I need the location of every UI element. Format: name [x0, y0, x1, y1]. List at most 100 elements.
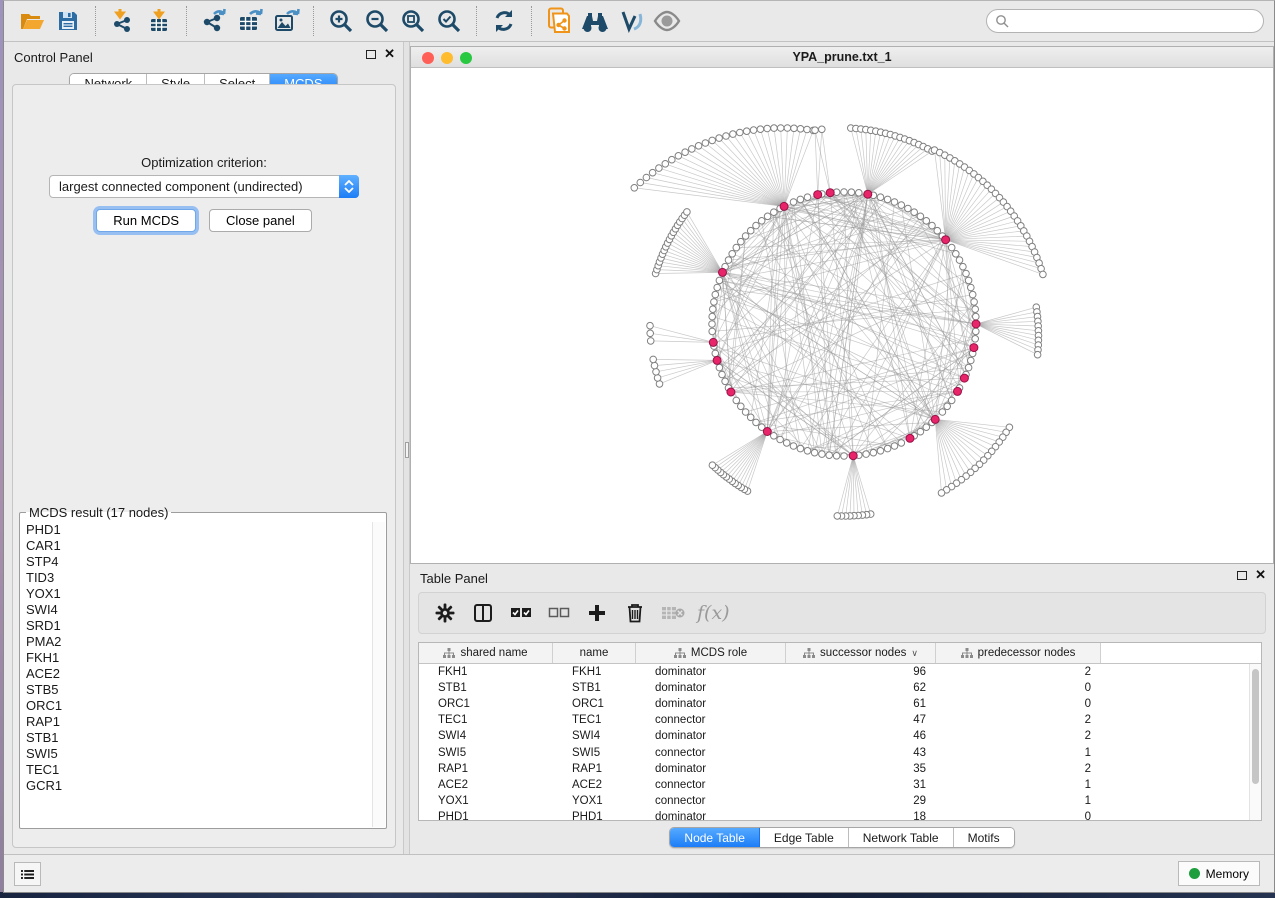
tab-network-table[interactable]: Network Table	[849, 828, 954, 847]
export-table-button[interactable]	[235, 6, 265, 36]
graph-leaf-node[interactable]	[771, 125, 778, 132]
column-header-shared-name[interactable]: shared name	[419, 643, 553, 663]
save-session-button[interactable]	[53, 6, 83, 36]
graph-node[interactable]	[709, 321, 716, 328]
graph-node[interactable]	[972, 336, 979, 343]
tab-edge-table[interactable]: Edge Table	[760, 828, 849, 847]
graph-hub-node[interactable]	[954, 387, 962, 395]
graph-node[interactable]	[709, 328, 716, 335]
graph-node[interactable]	[965, 364, 972, 371]
graph-node[interactable]	[973, 328, 980, 335]
graph-hub-node[interactable]	[763, 428, 771, 436]
graph-node[interactable]	[968, 357, 975, 364]
graph-node[interactable]	[934, 227, 941, 234]
graph-leaf-node[interactable]	[662, 161, 669, 168]
graph-node[interactable]	[797, 196, 804, 203]
graph-node[interactable]	[969, 291, 976, 298]
graph-node[interactable]	[747, 414, 754, 421]
hide-panel-button[interactable]	[652, 6, 682, 36]
graph-leaf-node[interactable]	[764, 125, 771, 132]
graph-leaf-node[interactable]	[938, 490, 945, 497]
mcds-result-item[interactable]: RAP1	[21, 714, 372, 730]
graph-node[interactable]	[923, 218, 930, 225]
graph-node[interactable]	[797, 445, 804, 452]
graph-leaf-node[interactable]	[650, 356, 657, 363]
graph-leaf-node[interactable]	[631, 185, 638, 192]
graph-node[interactable]	[905, 205, 912, 212]
graph-node[interactable]	[804, 194, 811, 201]
graph-node[interactable]	[972, 306, 979, 313]
graph-node[interactable]	[870, 449, 877, 456]
graph-hub-node[interactable]	[931, 415, 939, 423]
graph-node[interactable]	[863, 451, 870, 458]
graph-leaf-node[interactable]	[647, 330, 654, 337]
graph-leaf-node[interactable]	[669, 156, 676, 163]
graph-leaf-node[interactable]	[743, 128, 750, 135]
graph-node[interactable]	[877, 194, 884, 201]
graph-node[interactable]	[712, 350, 719, 357]
graph-leaf-node[interactable]	[834, 513, 841, 520]
mcds-result-item[interactable]: PMA2	[21, 634, 372, 650]
graph-hub-node[interactable]	[960, 374, 968, 382]
mcds-result-item[interactable]: ORC1	[21, 698, 372, 714]
table-row[interactable]: FKH1FKH1dominator962	[419, 664, 1261, 680]
import-table-button[interactable]	[144, 6, 174, 36]
close-panel-button[interactable]: Close panel	[209, 209, 312, 232]
zoom-fit-button[interactable]	[398, 6, 428, 36]
table-row[interactable]: SWI4SWI4dominator462	[419, 728, 1261, 744]
graph-node[interactable]	[811, 449, 818, 456]
divider-grip[interactable]	[405, 442, 409, 458]
graph-node[interactable]	[948, 397, 955, 404]
graph-node[interactable]	[753, 222, 760, 229]
graph-node[interactable]	[764, 213, 771, 220]
mcds-result-item[interactable]: ACE2	[21, 666, 372, 682]
graph-leaf-node[interactable]	[656, 165, 663, 172]
graph-node[interactable]	[884, 445, 891, 452]
zoom-out-button[interactable]	[362, 6, 392, 36]
run-mcds-button[interactable]: Run MCDS	[96, 209, 196, 232]
graph-node[interactable]	[771, 433, 778, 440]
mcds-result-item[interactable]: SWI5	[21, 746, 372, 762]
graph-node[interactable]	[956, 257, 963, 264]
graph-leaf-node[interactable]	[654, 375, 661, 382]
graph-leaf-node[interactable]	[689, 146, 696, 153]
graph-node[interactable]	[953, 251, 960, 258]
mcds-result-item[interactable]: GCR1	[21, 778, 372, 794]
graph-leaf-node[interactable]	[709, 462, 716, 469]
graph-node[interactable]	[742, 233, 749, 240]
graph-node[interactable]	[733, 397, 740, 404]
column-header-predecessor-nodes[interactable]: predecessor nodes	[936, 643, 1101, 663]
mcds-result-item[interactable]: PHD1	[21, 522, 372, 538]
graph-node[interactable]	[725, 257, 732, 264]
graph-leaf-node[interactable]	[757, 126, 764, 133]
graph-hub-node[interactable]	[942, 236, 950, 244]
table-row[interactable]: STB1STB1dominator620	[419, 680, 1261, 696]
search-input[interactable]	[1009, 13, 1255, 29]
memory-button[interactable]: Memory	[1178, 861, 1260, 886]
mcds-result-item[interactable]: TEC1	[21, 762, 372, 778]
graph-node[interactable]	[948, 244, 955, 251]
float-panel-icon[interactable]	[366, 50, 376, 59]
graph-node[interactable]	[753, 419, 760, 426]
graph-leaf-node[interactable]	[695, 143, 702, 150]
table-row[interactable]: SWI5SWI5connector431	[419, 744, 1261, 760]
graph-leaf-node[interactable]	[777, 125, 784, 132]
graph-node[interactable]	[898, 202, 905, 209]
mcds-result-item[interactable]: YOX1	[21, 586, 372, 602]
graph-leaf-node[interactable]	[819, 126, 826, 133]
graph-node[interactable]	[965, 277, 972, 284]
graph-leaf-node[interactable]	[737, 129, 744, 136]
graph-node[interactable]	[944, 403, 951, 410]
import-network-button[interactable]	[108, 6, 138, 36]
mcds-result-item[interactable]: CAR1	[21, 538, 372, 554]
graph-node[interactable]	[710, 306, 717, 313]
graph-leaf-node[interactable]	[716, 135, 723, 142]
graph-leaf-node[interactable]	[723, 133, 730, 140]
graph-leaf-node[interactable]	[653, 369, 660, 376]
graph-leaf-node[interactable]	[647, 322, 654, 329]
open-session-button[interactable]	[17, 6, 47, 36]
graph-node[interactable]	[747, 227, 754, 234]
graph-leaf-node[interactable]	[1040, 271, 1047, 278]
graph-hub-node[interactable]	[713, 356, 721, 364]
graph-hub-node[interactable]	[972, 320, 980, 328]
